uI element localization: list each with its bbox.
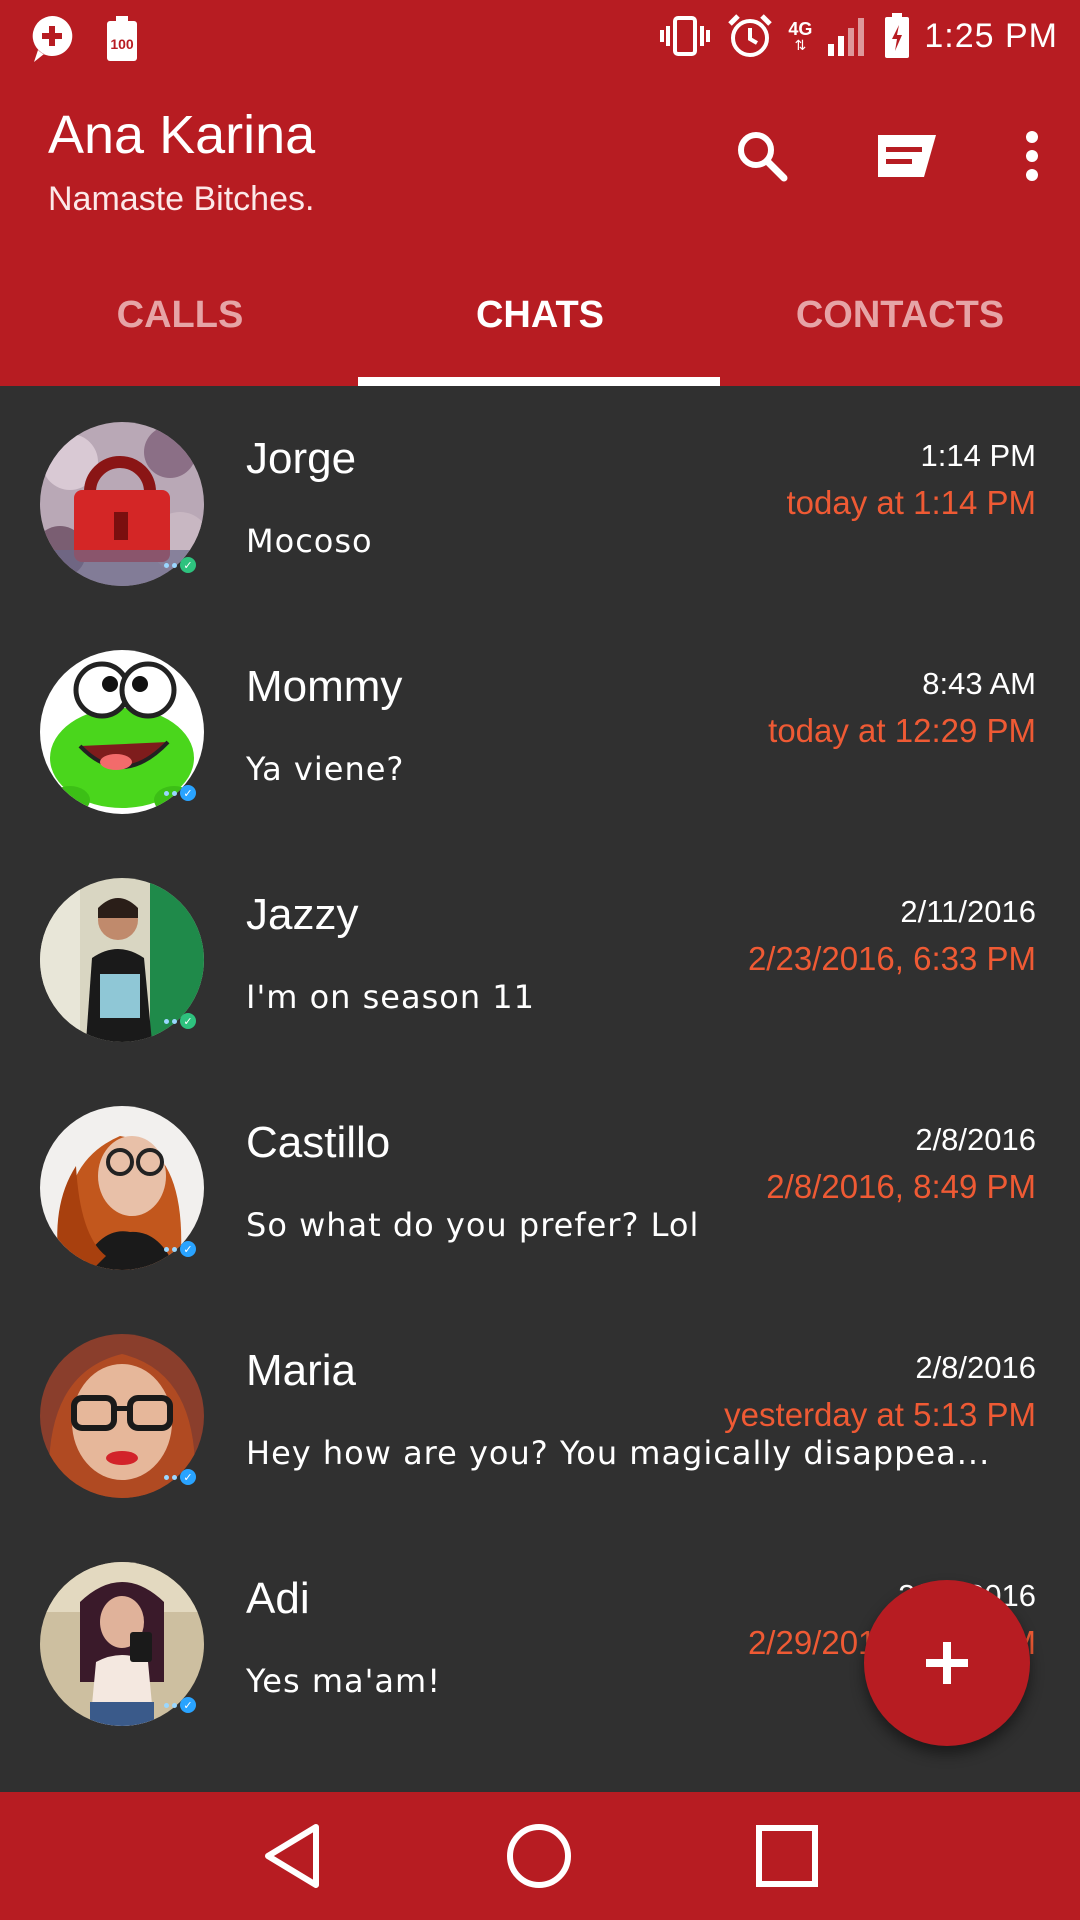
search-icon[interactable] — [734, 128, 790, 184]
chat-item-castillo[interactable]: ✓ Castillo 2/8/2016 2/8/2016, 8:49 PM So… — [0, 1070, 1080, 1298]
profile-name[interactable]: Ana Karina — [48, 104, 315, 166]
message-time: 8:43 AM — [922, 666, 1036, 701]
online-status-indicator: ✓ — [164, 1694, 196, 1716]
online-status-indicator: ✓ — [164, 1466, 196, 1488]
status-bar: 100 4G ⇅ 1:25 PM — [0, 0, 1080, 78]
check-icon: ✓ — [180, 1469, 196, 1485]
last-seen: today at 12:29 PM — [768, 712, 1036, 749]
last-seen: 2/8/2016, 8:49 PM — [766, 1168, 1036, 1205]
online-status-indicator: ✓ — [164, 554, 196, 576]
chat-item-jorge[interactable]: ✓ Jorge 1:14 PM today at 1:14 PM Mocoso — [0, 386, 1080, 614]
new-message-icon[interactable] — [874, 131, 940, 181]
check-icon: ✓ — [180, 785, 196, 801]
message-time: 2/8/2016 — [915, 1122, 1036, 1157]
new-chat-fab[interactable] — [864, 1580, 1030, 1746]
contact-name: Castillo — [246, 1118, 391, 1167]
battery-icon — [885, 13, 910, 58]
system-nav-bar — [0, 1792, 1080, 1920]
last-message: Yes ma'am! — [246, 1662, 442, 1700]
status-time: 1:25 PM — [924, 16, 1058, 55]
battery-saver-icon: 100 — [107, 16, 137, 61]
more-options-icon[interactable] — [1024, 129, 1040, 183]
recents-icon[interactable] — [754, 1823, 820, 1889]
alarm-icon — [728, 14, 773, 57]
message-time: 2/11/2016 — [900, 894, 1036, 929]
tab-contacts[interactable]: CONTACTS — [720, 250, 1080, 386]
last-message: Hey how are you? You magically disappea.… — [246, 1434, 991, 1472]
online-status-indicator: ✓ — [164, 1010, 196, 1032]
last-message: Ya viene? — [246, 750, 405, 788]
online-status-indicator: ✓ — [164, 782, 196, 804]
messenger-icon — [32, 15, 73, 62]
home-icon[interactable] — [504, 1821, 574, 1891]
contact-name: Jazzy — [246, 890, 359, 939]
last-seen: yesterday at 5:13 PM — [724, 1396, 1036, 1433]
check-icon: ✓ — [180, 557, 196, 573]
data-arrows-icon: ⇅ — [794, 37, 807, 53]
contact-name: Maria — [246, 1346, 357, 1395]
check-icon: ✓ — [180, 1013, 196, 1029]
contact-name: Jorge — [246, 434, 357, 483]
chat-item-maria[interactable]: ✓ Maria 2/8/2016 yesterday at 5:13 PM He… — [0, 1298, 1080, 1526]
last-seen: 2/23/2016, 6:33 PM — [747, 940, 1036, 977]
contact-name: Mommy — [246, 662, 403, 711]
check-icon: ✓ — [180, 1241, 196, 1257]
last-seen: today at 1:14 PM — [786, 484, 1036, 521]
message-time: 1:14 PM — [920, 438, 1036, 473]
network-type-label: 4G — [788, 19, 813, 39]
tab-calls[interactable]: CALLS — [0, 250, 360, 386]
chat-item-mommy[interactable]: ✓ Mommy 8:43 AM today at 12:29 PM Ya vie… — [0, 614, 1080, 842]
contact-name: Adi — [246, 1574, 310, 1623]
online-status-indicator: ✓ — [164, 1238, 196, 1260]
chat-item-jazzy[interactable]: ✓ Jazzy 2/11/2016 2/23/2016, 6:33 PM I'm… — [0, 842, 1080, 1070]
tab-indicator — [358, 377, 720, 386]
vibrate-icon — [660, 16, 711, 56]
plus-icon — [926, 1642, 968, 1684]
signal-icon — [828, 18, 865, 56]
last-message: Mocoso — [246, 522, 373, 560]
tab-chats[interactable]: CHATS — [360, 250, 720, 386]
app-bar: Ana Karina Namaste Bitches. — [0, 78, 1080, 250]
last-message: I'm on season 11 — [246, 978, 535, 1016]
chat-list[interactable]: ✓ Jorge 1:14 PM today at 1:14 PM Mocoso … — [0, 386, 1080, 1792]
profile-status[interactable]: Namaste Bitches. — [48, 180, 314, 219]
message-time: 2/8/2016 — [915, 1350, 1036, 1385]
svg-text:100: 100 — [110, 36, 134, 52]
check-icon: ✓ — [180, 1697, 196, 1713]
tab-bar: CALLS CHATS CONTACTS — [0, 250, 1080, 386]
last-message: So what do you prefer? Lol — [246, 1206, 700, 1244]
back-icon[interactable] — [260, 1821, 324, 1891]
